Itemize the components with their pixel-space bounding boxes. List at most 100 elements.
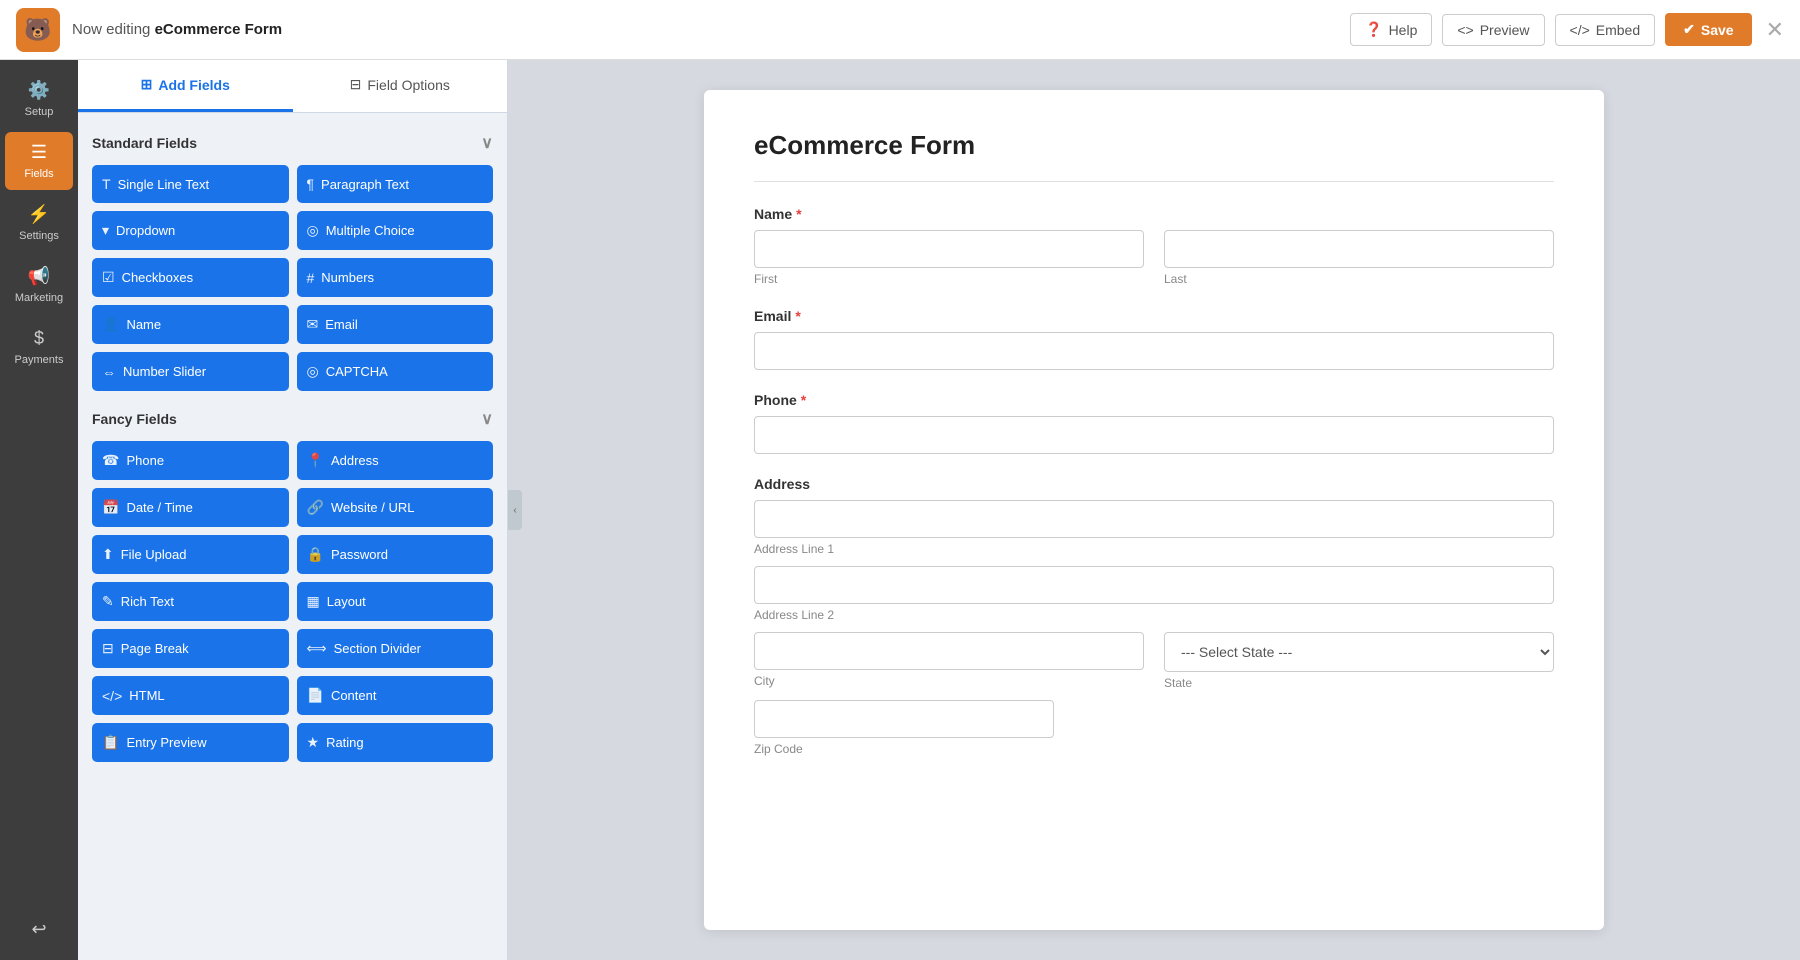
field-btn-entry-preview[interactable]: 📋 Entry Preview — [92, 723, 289, 762]
sidebar-item-fields[interactable]: ☰ Fields — [5, 132, 73, 190]
marketing-icon: 📢 — [28, 266, 50, 287]
chevron-fancy-icon[interactable]: ∨ — [481, 409, 493, 429]
section-divider-icon: ⟺ — [307, 640, 327, 657]
address-zip-sublabel: Zip Code — [754, 742, 1054, 756]
phone-icon: ☎ — [102, 452, 119, 469]
field-btn-dropdown[interactable]: ▾ Dropdown — [92, 211, 289, 250]
sidebar-item-marketing[interactable]: 📢 Marketing — [5, 256, 73, 314]
panel-content: Standard Fields ∨ T Single Line Text ¶ P… — [78, 113, 507, 960]
field-btn-multiple-choice[interactable]: ◎ Multiple Choice — [297, 211, 494, 250]
close-button[interactable]: ✕ — [1766, 17, 1784, 43]
field-btn-content[interactable]: 📄 Content — [297, 676, 494, 715]
field-btn-single-line-text[interactable]: T Single Line Text — [92, 165, 289, 203]
file-upload-icon: ⬆ — [102, 546, 114, 563]
collapse-panel-button[interactable]: ‹ — [508, 490, 522, 530]
embed-button[interactable]: </> Embed — [1555, 14, 1656, 46]
preview-button[interactable]: <> Preview — [1442, 14, 1544, 46]
layout-icon: ▦ — [307, 593, 320, 610]
setup-icon: ⚙️ — [28, 80, 50, 101]
field-btn-numbers[interactable]: # Numbers — [297, 258, 494, 297]
field-btn-date-time[interactable]: 📅 Date / Time — [92, 488, 289, 527]
form-field-name: Name * First Last — [754, 206, 1554, 286]
field-btn-file-upload[interactable]: ⬆ File Upload — [92, 535, 289, 574]
section-header-standard: Standard Fields ∨ — [92, 133, 493, 153]
add-fields-icon: ⊞ — [141, 76, 153, 93]
address-line1-input[interactable] — [754, 500, 1554, 538]
form-title: eCommerce Form — [754, 130, 1554, 161]
multiple-choice-icon: ◎ — [307, 222, 319, 239]
address-zip-input[interactable] — [754, 700, 1054, 738]
phone-input[interactable] — [754, 416, 1554, 454]
save-button[interactable]: ✔ Save — [1665, 13, 1751, 46]
sidebar-item-settings[interactable]: ⚡ Settings — [5, 194, 73, 252]
tab-field-options[interactable]: ⊟ Field Options — [293, 60, 508, 112]
captcha-icon: ◎ — [307, 363, 319, 380]
single-line-text-icon: T — [102, 176, 111, 192]
form-area: eCommerce Form Name * First Last — [508, 60, 1800, 960]
field-btn-page-break[interactable]: ⊟ Page Break — [92, 629, 289, 668]
sidebar-item-setup[interactable]: ⚙️ Setup — [5, 70, 73, 128]
form-divider — [754, 181, 1554, 182]
field-btn-number-slider[interactable]: ⇔ Number Slider — [92, 352, 289, 391]
main-layout: ⚙️ Setup ☰ Fields ⚡ Settings 📢 Marketing… — [0, 60, 1800, 960]
name-row: First Last — [754, 230, 1554, 286]
content-icon: 📄 — [307, 687, 324, 704]
top-bar: 🐻 Now editing eCommerce Form ❓ Help <> P… — [0, 0, 1800, 60]
side-panel-wrapper: ⊞ Add Fields ⊟ Field Options Standard Fi… — [78, 60, 508, 960]
website-url-icon: 🔗 — [307, 499, 324, 516]
email-input[interactable] — [754, 332, 1554, 370]
name-first-col: First — [754, 230, 1144, 286]
password-icon: 🔒 — [307, 546, 324, 563]
address-state-sublabel: State — [1164, 676, 1554, 690]
form-card: eCommerce Form Name * First Last — [704, 90, 1604, 930]
name-first-input[interactable] — [754, 230, 1144, 268]
field-btn-rich-text[interactable]: ✎ Rich Text — [92, 582, 289, 621]
address-city-col: City — [754, 632, 1144, 690]
rating-icon: ★ — [307, 734, 320, 751]
address-zip-col: Zip Code — [754, 700, 1054, 756]
field-btn-name[interactable]: 👤 Name — [92, 305, 289, 344]
field-btn-password[interactable]: 🔒 Password — [297, 535, 494, 574]
standard-fields-grid: T Single Line Text ¶ Paragraph Text ▾ Dr… — [92, 165, 493, 391]
top-bar-left: 🐻 Now editing eCommerce Form — [16, 8, 282, 52]
dropdown-icon: ▾ — [102, 222, 109, 239]
form-field-address: Address Address Line 1 Address Line 2 Ci… — [754, 476, 1554, 756]
name-last-input[interactable] — [1164, 230, 1554, 268]
field-btn-layout[interactable]: ▦ Layout — [297, 582, 494, 621]
field-btn-email[interactable]: ✉ Email — [297, 305, 494, 344]
preview-icon: <> — [1457, 22, 1473, 38]
form-name-label: eCommerce Form — [155, 21, 283, 38]
field-btn-address[interactable]: 📍 Address — [297, 441, 494, 480]
name-last-sublabel: Last — [1164, 272, 1554, 286]
field-btn-website-url[interactable]: 🔗 Website / URL — [297, 488, 494, 527]
top-bar-right: ❓ Help <> Preview </> Embed ✔ Save ✕ — [1350, 13, 1784, 46]
name-first-sublabel: First — [754, 272, 1144, 286]
field-btn-section-divider[interactable]: ⟺ Section Divider — [297, 629, 494, 668]
address-state-col: --- Select State --- State — [1164, 632, 1554, 690]
numbers-icon: # — [307, 270, 315, 286]
field-btn-phone[interactable]: ☎ Phone — [92, 441, 289, 480]
address-city-input[interactable] — [754, 632, 1144, 670]
address-line2-sublabel: Address Line 2 — [754, 608, 1554, 622]
field-btn-rating[interactable]: ★ Rating — [297, 723, 494, 762]
settings-icon: ⚡ — [28, 204, 50, 225]
field-btn-paragraph-text[interactable]: ¶ Paragraph Text — [297, 165, 494, 203]
address-state-select[interactable]: --- Select State --- — [1164, 632, 1554, 672]
name-last-col: Last — [1164, 230, 1554, 286]
field-btn-checkboxes[interactable]: ☑ Checkboxes — [92, 258, 289, 297]
sidebar-item-payments[interactable]: $ Payments — [5, 318, 73, 376]
sidebar-item-undo[interactable]: ↩ — [5, 909, 73, 950]
help-button[interactable]: ❓ Help — [1350, 13, 1432, 46]
payments-icon: $ — [34, 328, 44, 349]
undo-icon: ↩ — [31, 919, 46, 940]
page-break-icon: ⊟ — [102, 640, 114, 657]
form-field-email: Email * — [754, 308, 1554, 370]
form-field-phone: Phone * — [754, 392, 1554, 454]
field-btn-captcha[interactable]: ◎ CAPTCHA — [297, 352, 494, 391]
field-btn-html[interactable]: </> HTML — [92, 676, 289, 715]
tab-add-fields[interactable]: ⊞ Add Fields — [78, 60, 293, 112]
html-icon: </> — [102, 688, 122, 704]
chevron-standard-icon[interactable]: ∨ — [481, 133, 493, 153]
logo-icon: 🐻 — [24, 17, 51, 43]
address-line2-input[interactable] — [754, 566, 1554, 604]
